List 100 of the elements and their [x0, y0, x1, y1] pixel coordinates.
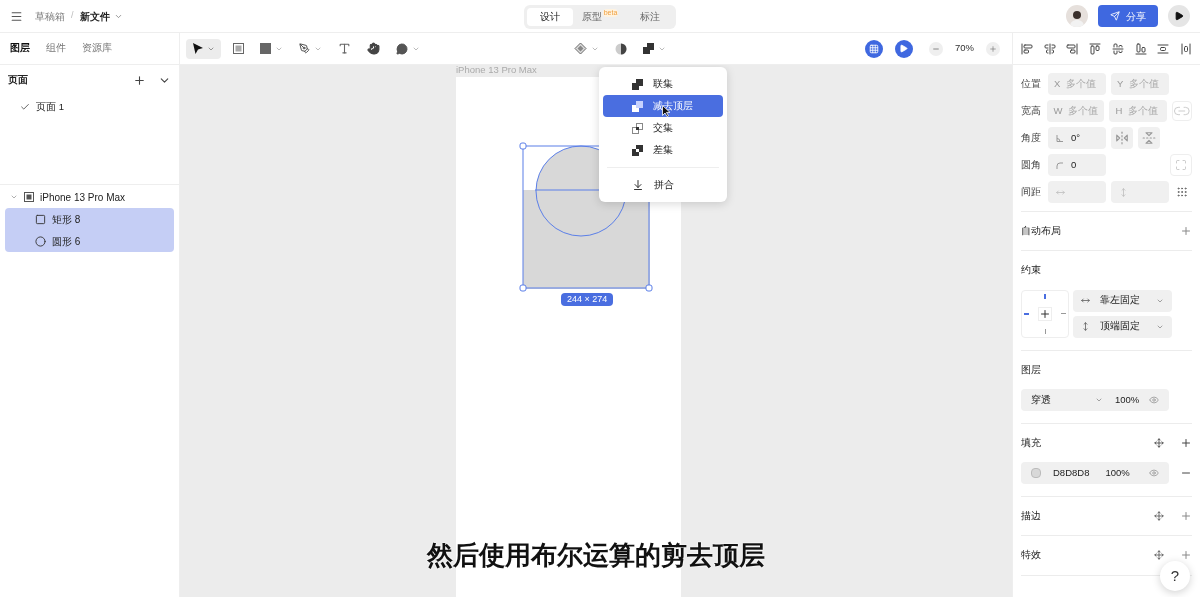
property-label: 角度: [1021, 130, 1042, 145]
constraint-diagram: [1021, 289, 1069, 338]
align-icon[interactable]: [1021, 42, 1033, 55]
add-page-icon[interactable]: [133, 73, 146, 87]
subtitle: 然后使用布尔运算的剪去顶层: [427, 539, 765, 572]
panel-tab[interactable]: 组件: [44, 41, 68, 56]
style-icon[interactable]: [1154, 511, 1164, 522]
angle-icon: [1056, 134, 1063, 142]
size-label: 244 × 274: [561, 293, 614, 306]
grid-icon: [869, 43, 879, 54]
frame-tool-icon[interactable]: [233, 43, 244, 54]
menu-item[interactable]: 交集: [603, 117, 723, 139]
flatten-icon: [632, 179, 644, 191]
circle-icon: [35, 235, 46, 247]
menu-item[interactable]: 减去顶层: [603, 95, 723, 117]
style-icon[interactable]: [1154, 437, 1164, 448]
exclude-icon: [632, 144, 643, 156]
vertical-spacing-icon: [1119, 187, 1128, 197]
align-icon[interactable]: [1089, 42, 1102, 55]
mode-tab[interactable]: 设计: [527, 8, 573, 26]
mode-tab[interactable]: 标注: [627, 8, 673, 26]
value-field[interactable]: 0: [1048, 154, 1106, 176]
hex-field[interactable]: D8D8D8: [1053, 465, 1090, 481]
property-label: 位置: [1021, 76, 1042, 91]
zoom-level: 70%: [955, 41, 974, 56]
panel-tab[interactable]: 图层: [8, 41, 32, 56]
frame-icon: [24, 192, 34, 202]
help-button[interactable]: ?: [1160, 561, 1190, 591]
grid-dots-icon[interactable]: [1176, 186, 1188, 198]
horizontal-spacing-icon: [1056, 187, 1065, 197]
rectangle-icon: [35, 213, 46, 225]
dropdown[interactable]: 顶端固定: [1073, 315, 1172, 338]
menu-icon[interactable]: [10, 9, 23, 23]
select-tool-button[interactable]: [186, 38, 221, 59]
layer-row[interactable]: 矩形 8: [5, 208, 174, 230]
frame-label: iPhone 13 Pro Max: [456, 65, 537, 77]
value-field[interactable]: 0°: [1048, 127, 1106, 149]
pen-icon: [299, 43, 310, 54]
property-label: 圆角: [1021, 157, 1042, 172]
opacity-field[interactable]: 100%: [1105, 465, 1130, 481]
section-title: 填充: [1021, 435, 1041, 450]
align-icon[interactable]: [1043, 42, 1056, 55]
property-label: 宽高: [1021, 103, 1042, 118]
breadcrumb-link[interactable]: 草稿箱: [35, 8, 65, 24]
comment-icon: [396, 42, 408, 55]
union-icon: [643, 43, 654, 54]
prototype-play-button[interactable]: [895, 39, 913, 58]
spacing-field[interactable]: [1048, 181, 1106, 203]
menu-item[interactable]: 差集: [603, 139, 723, 161]
align-icon[interactable]: [1157, 42, 1170, 55]
section-title: 图层: [1021, 362, 1041, 377]
send-icon: [1110, 11, 1120, 21]
section-title: 自动布局: [1021, 224, 1061, 238]
layer-row[interactable]: iPhone 13 Pro Max: [0, 186, 179, 208]
breadcrumb-separator: /: [71, 9, 74, 23]
play-icon: [899, 44, 909, 53]
color-swatch[interactable]: [1031, 468, 1041, 478]
align-icon[interactable]: [1179, 42, 1192, 55]
corner-icon: [1056, 161, 1063, 169]
align-icon[interactable]: [1134, 42, 1147, 55]
add-fill-icon[interactable]: [1180, 436, 1192, 449]
section-title: 页面: [8, 72, 28, 87]
menu-item[interactable]: 拼合: [603, 174, 723, 196]
align-icon[interactable]: [1066, 42, 1079, 55]
blend-mode-dropdown[interactable]: 穿透: [1031, 392, 1095, 407]
panel-tab[interactable]: 资源库: [80, 41, 114, 56]
style-icon[interactable]: [1154, 550, 1164, 561]
mask-tool-icon[interactable]: [615, 42, 627, 55]
section-title: 特效: [1021, 548, 1041, 563]
share-button[interactable]: 分享: [1098, 5, 1158, 27]
union-icon: [632, 78, 643, 90]
menu-item[interactable]: 联集: [603, 73, 723, 95]
boolean-tool-button[interactable]: [643, 43, 666, 54]
align-icon[interactable]: [1111, 42, 1124, 55]
square-icon: [260, 43, 271, 54]
diamond-icon: [574, 42, 587, 55]
subtract-icon: [632, 100, 643, 112]
file-name-button[interactable]: 新文件: [79, 8, 123, 24]
component-tool-button[interactable]: [574, 42, 599, 55]
spacing-field[interactable]: [1111, 181, 1169, 203]
text-tool-icon[interactable]: [338, 42, 351, 55]
page-item[interactable]: 页面 1: [0, 95, 179, 119]
dropdown[interactable]: 靠左固定: [1073, 289, 1172, 312]
shape-tool-button[interactable]: [260, 43, 283, 54]
hand-tool-icon[interactable]: [367, 42, 380, 55]
layer-row[interactable]: 圆形 6: [5, 230, 174, 252]
horizontal-arrow-icon: [1081, 296, 1090, 305]
property-label: 间距: [1021, 184, 1042, 199]
section-title: 描边: [1021, 509, 1041, 523]
section-title: 约束: [1021, 263, 1041, 278]
play-button[interactable]: [1168, 5, 1190, 27]
intersect-icon: [632, 122, 643, 134]
grid-button[interactable]: [865, 39, 883, 58]
pen-tool-button[interactable]: [299, 43, 322, 54]
play-icon: [1174, 11, 1184, 21]
vertical-arrow-icon: [1081, 322, 1090, 331]
plus-icon: [989, 44, 997, 53]
opacity-field[interactable]: 100%: [1115, 392, 1140, 407]
check-icon: [20, 102, 30, 112]
comment-tool-button[interactable]: [396, 42, 420, 55]
